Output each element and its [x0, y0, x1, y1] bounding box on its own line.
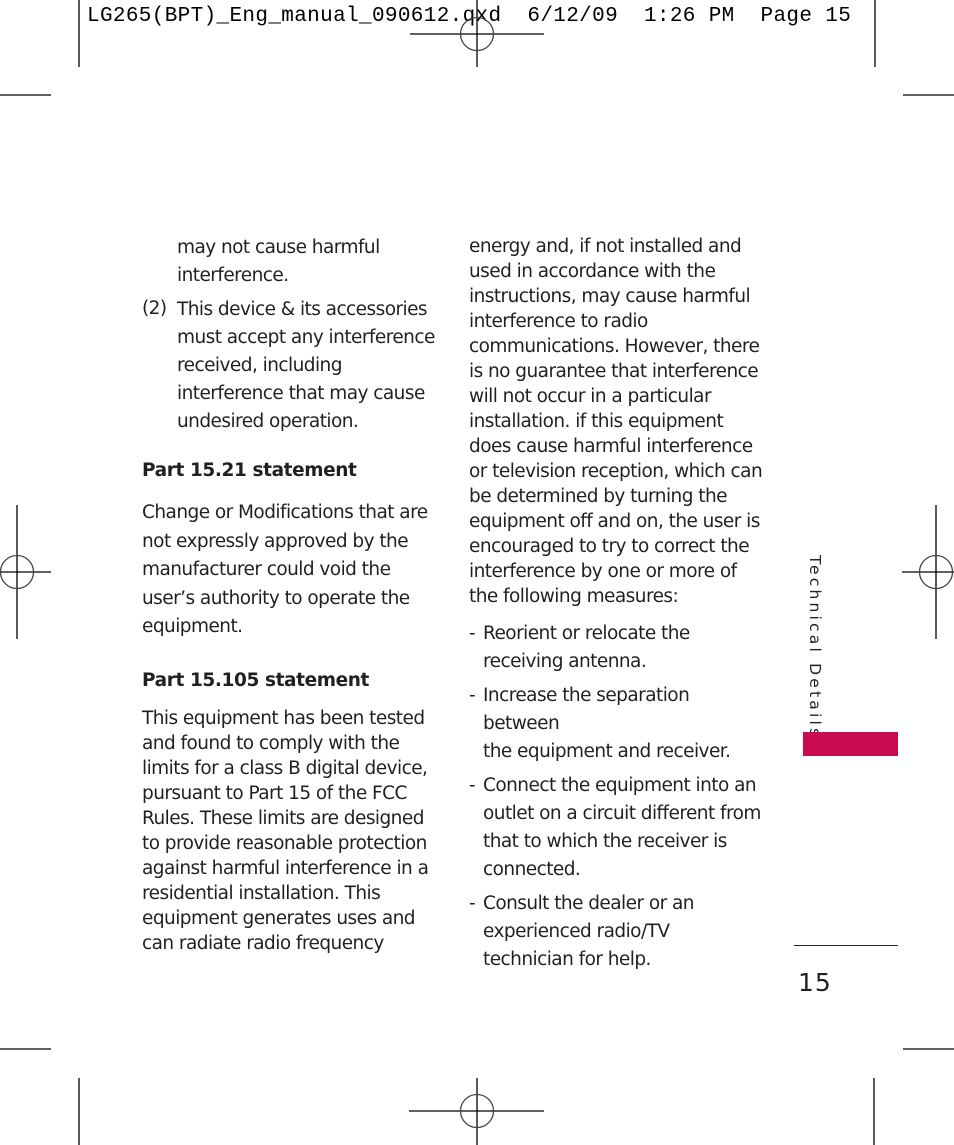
text-line: technician for help.: [483, 949, 651, 970]
part-15-21-heading: Part 15.21 statement: [142, 460, 357, 481]
measure-item: - Consult the dealer or an experienced r…: [469, 890, 769, 974]
text-line: outlet on a circuit different from: [483, 803, 761, 824]
text-line: does cause harmful interference: [469, 436, 753, 457]
list-item-2: (2) This device & its accessories must a…: [142, 296, 442, 436]
item-body: This device & its accessories must accep…: [177, 296, 442, 436]
dash-bullet: -: [469, 685, 476, 706]
text-line: interference by one or more of: [469, 561, 737, 582]
part-15-105-paragraph: This equipment has been tested and found…: [142, 706, 442, 956]
text-line: experienced radio/TV: [483, 921, 670, 942]
part-15-105-heading: Part 15.105 statement: [142, 669, 369, 691]
item-number: (2): [142, 298, 167, 319]
text-line: not expressly approved by the: [142, 530, 409, 552]
text-line: interference to radio: [469, 311, 648, 332]
text-line: This equipment has been tested: [142, 707, 425, 729]
measure-item: - Reorient or relocate the receiving ant…: [469, 620, 769, 676]
text-line: can radiate radio frequency: [142, 932, 384, 954]
dash-bullet: -: [469, 623, 476, 644]
dash-bullet: -: [469, 893, 476, 914]
text-line: the following measures:: [469, 586, 679, 607]
section-tab-label: Technical Details: [806, 555, 824, 740]
registration-mark-left: [0, 505, 51, 639]
registration-mark-bottom: [409, 1078, 544, 1145]
text-line: will not occur in a particular: [469, 386, 712, 407]
text-line: or television reception, which can: [469, 461, 763, 482]
text-line: energy and, if not installed and: [469, 236, 742, 257]
text-line: and found to comply with the: [142, 732, 400, 754]
text-line: instructions, may cause harmful: [469, 286, 751, 307]
page-number: 15: [798, 968, 832, 997]
text-line: communications. However, there: [469, 336, 760, 357]
text-line: Reorient or relocate the: [483, 623, 690, 644]
text-line: interference that may cause: [177, 383, 425, 404]
text-line: Connect the equipment into an: [483, 775, 757, 796]
text-line: to provide reasonable protection: [142, 832, 427, 854]
text-line: encouraged to try to correct the: [469, 536, 750, 557]
text-line: undesired operation.: [177, 411, 359, 432]
measure-item: - Increase the separation between the eq…: [469, 682, 769, 766]
text-line: connected.: [483, 859, 581, 880]
left-column: may not cause harmful interference. (2) …: [142, 234, 442, 956]
text-line: equipment off and on, the user is: [469, 511, 760, 532]
registration-mark-top: [410, 0, 544, 67]
text-line: may not cause harmful: [177, 237, 380, 258]
text-line: user’s authority to operate the: [142, 587, 410, 609]
text-line: equipment generates uses and: [142, 907, 416, 929]
text-line: used in accordance with the: [469, 261, 716, 282]
text-line: is no guarantee that interference: [469, 361, 759, 382]
text-line: Rules. These limits are designed: [142, 807, 424, 829]
measures-list: - Reorient or relocate the receiving ant…: [469, 620, 769, 974]
text-line: the equipment and receiver.: [483, 741, 731, 762]
fcc-paragraph-continued: energy and, if not installed and used in…: [469, 234, 769, 609]
text-line: residential installation. This: [142, 882, 381, 904]
registration-mark-right: [902, 505, 954, 639]
text-line: manufacturer could void the: [142, 559, 391, 580]
text-line: receiving antenna.: [483, 651, 647, 672]
text-line: be determined by turning the: [469, 486, 728, 507]
text-line: Change or Modifications that are: [142, 502, 428, 523]
text-line: received, including: [177, 355, 342, 376]
text-line: against harmful interference in a: [142, 857, 429, 879]
continuation-paragraph: may not cause harmful interference.: [142, 234, 442, 290]
text-line: This device & its accessories: [177, 299, 428, 320]
measure-item: - Connect the equipment into an outlet o…: [469, 772, 769, 884]
page-number-rule: [794, 945, 898, 946]
text-line: limits for a class B digital device,: [142, 757, 428, 779]
text-line: pursuant to Part 15 of the FCC: [142, 782, 407, 804]
part-15-21-paragraph: Change or Modifications that are not exp…: [142, 499, 442, 642]
right-column: energy and, if not installed and used in…: [469, 234, 769, 980]
dash-bullet: -: [469, 775, 476, 796]
text-line: installation. if this equipment: [469, 411, 724, 432]
text-line: must accept any interference: [177, 327, 435, 348]
text-line: interference.: [177, 265, 289, 286]
section-tab-color-bar: [803, 732, 898, 756]
text-line: equipment.: [142, 616, 243, 637]
text-line: Increase the separation between: [483, 685, 690, 734]
text-line: Consult the dealer or an: [483, 893, 695, 914]
text-line: that to which the receiver is: [483, 831, 727, 852]
